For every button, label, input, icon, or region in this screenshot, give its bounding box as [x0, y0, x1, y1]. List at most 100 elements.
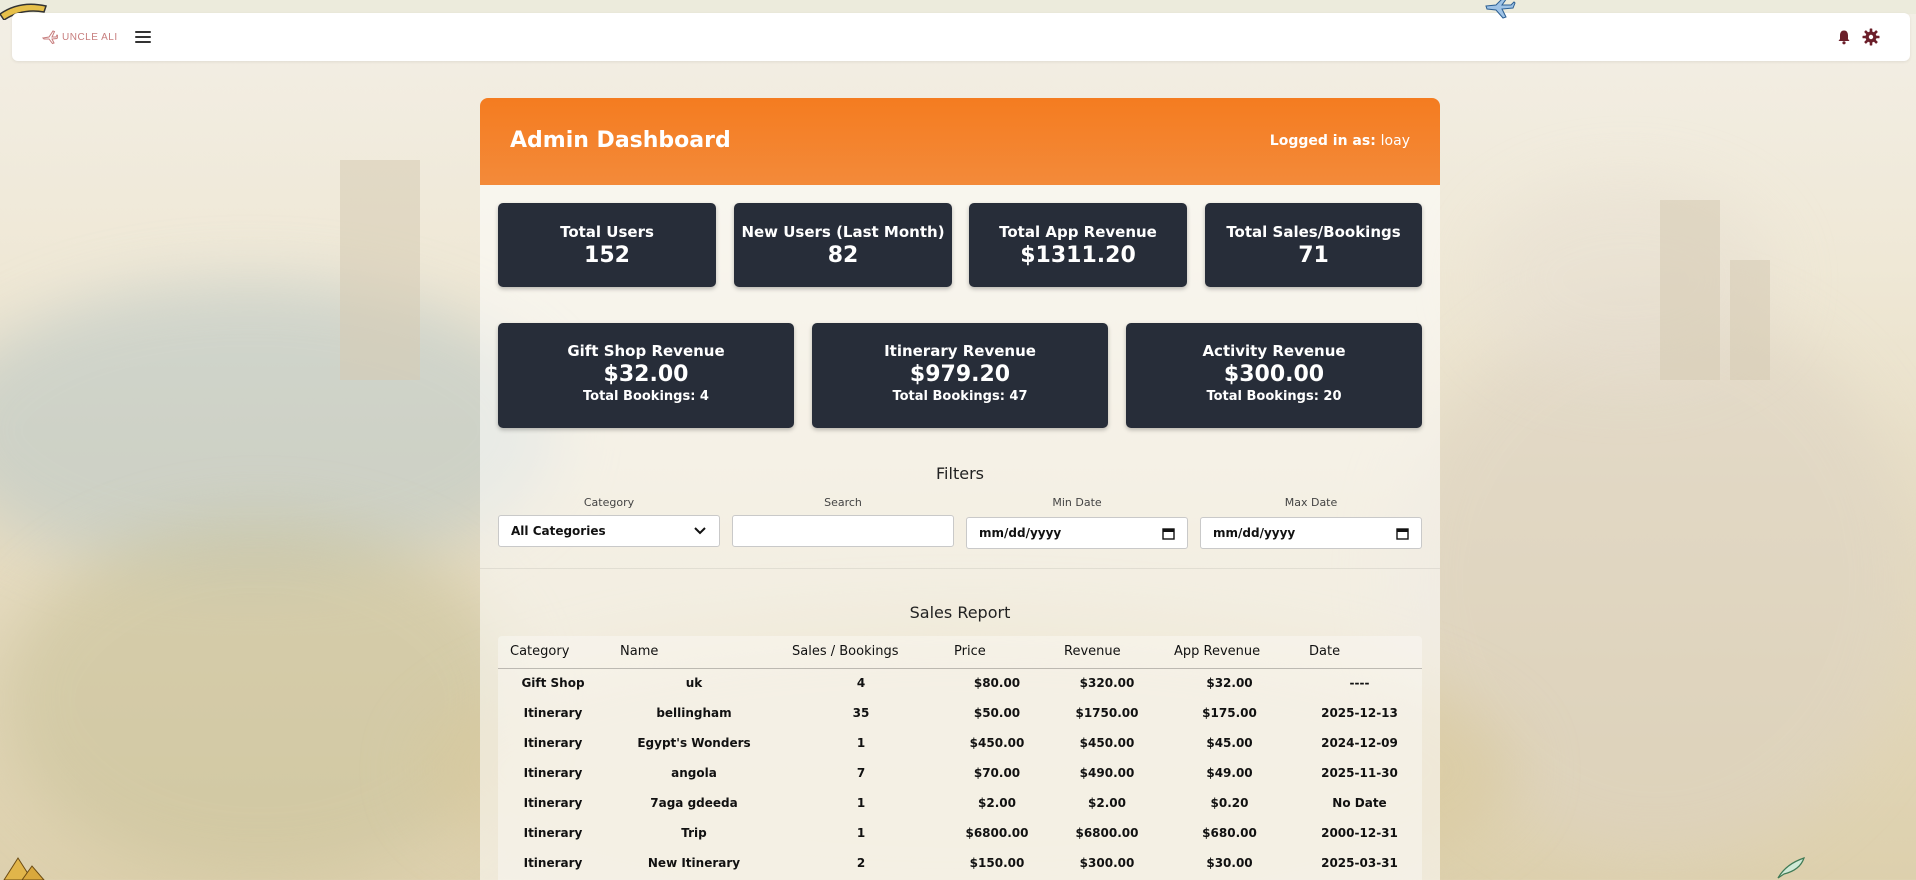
cell-name: angola — [671, 766, 717, 780]
column-header-app-revenue: App Revenue — [1162, 636, 1297, 669]
cell-category: Itinerary — [523, 766, 583, 780]
stat-label: Total App Revenue — [999, 223, 1157, 241]
revenue-card-gift-shop: Gift Shop Revenue $32.00 Total Bookings:… — [498, 323, 794, 428]
cell-revenue: $6800.00 — [1075, 826, 1139, 840]
search-filter-label: Search — [824, 496, 862, 509]
cell-app-revenue: $32.00 — [1206, 676, 1253, 691]
cell-sales: 1 — [856, 826, 866, 840]
page-title: Admin Dashboard — [510, 128, 731, 153]
revenue-label: Gift Shop Revenue — [567, 342, 725, 360]
pyramid-decoration-icon — [3, 857, 45, 880]
cell-revenue: $300.00 — [1079, 856, 1135, 870]
table-row: Itinerary bellingham 35 $50.00 $1750.00 … — [498, 698, 1422, 728]
max-date-placeholder: mm/dd/yyyy — [1213, 526, 1296, 540]
cell-date: ---- — [1349, 676, 1370, 691]
table-row: Itinerary New Itinerary 2 $150.00 $300.0… — [498, 848, 1422, 878]
cell-app-revenue: $175.00 — [1202, 706, 1257, 720]
cell-price: $450.00 — [969, 736, 1025, 750]
revenue-value: $300.00 — [1223, 362, 1325, 387]
hamburger-menu-icon[interactable] — [135, 31, 151, 43]
cell-category: Itinerary — [523, 796, 583, 810]
cell-sales: 35 — [852, 706, 870, 720]
cell-sales: 1 — [856, 796, 866, 810]
cell-category: Itinerary — [523, 706, 583, 720]
calendar-icon[interactable] — [1396, 527, 1409, 540]
cell-date: 2025-11-30 — [1321, 766, 1398, 780]
dashboard-header: Admin Dashboard Logged in as: loay — [480, 98, 1440, 185]
stat-value: 152 — [584, 243, 630, 268]
sales-report-table: Category Name Sales / Bookings Price Rev… — [498, 636, 1422, 878]
column-header-sales: Sales / Bookings — [780, 636, 942, 669]
cell-revenue: $320.00 — [1079, 676, 1135, 691]
cell-app-revenue: $49.00 — [1206, 766, 1253, 780]
stat-label: Total Sales/Bookings — [1226, 223, 1401, 241]
cell-date: 2025-03-31 — [1321, 856, 1398, 870]
stat-value: $1311.20 — [1020, 243, 1136, 268]
cell-name: bellingham — [656, 706, 732, 720]
chevron-down-icon — [694, 527, 706, 535]
cell-revenue: $2.00 — [1088, 796, 1126, 810]
plane-logo-icon — [42, 30, 58, 45]
bell-icon[interactable] — [1836, 29, 1852, 45]
airplane-decoration-icon — [1485, 0, 1516, 19]
stat-value: 71 — [1298, 243, 1329, 268]
column-header-date: Date — [1297, 636, 1422, 669]
max-date-label: Max Date — [1284, 496, 1338, 509]
cell-app-revenue: $30.00 — [1206, 856, 1253, 870]
revenue-card-activity: Activity Revenue $300.00 Total Bookings:… — [1126, 323, 1422, 428]
min-date-input[interactable]: mm/dd/yyyy — [966, 517, 1188, 549]
cell-name: Egypt's Wonders — [637, 736, 751, 750]
top-navbar: UNCLE ALI — [12, 13, 1910, 61]
browser-top-strip — [0, 0, 1916, 14]
table-row: Gift Shop uk 4 $80.00 $320.00 $32.00 ---… — [498, 668, 1422, 698]
sales-report-title: Sales Report — [909, 603, 1011, 622]
sales-report-table-container: Category Name Sales / Bookings Price Rev… — [498, 636, 1422, 880]
cell-price: $6800.00 — [965, 826, 1029, 840]
cell-category: Itinerary — [523, 736, 583, 750]
admin-dashboard-panel: Admin Dashboard Logged in as: loay Total… — [480, 98, 1440, 880]
cell-name: uk — [685, 676, 703, 691]
cell-sales: 2 — [856, 856, 866, 870]
gear-icon[interactable] — [1862, 28, 1880, 46]
revenue-value: $979.20 — [909, 362, 1011, 387]
cell-date: 2024-12-09 — [1321, 736, 1398, 750]
category-select-value: All Categories — [511, 524, 606, 538]
table-row: Itinerary Trip 1 $6800.00 $6800.00 $680.… — [498, 818, 1422, 848]
logged-in-label: Logged in as: — [1269, 133, 1376, 149]
cell-name: Trip — [681, 826, 707, 840]
cell-price: $50.00 — [973, 706, 1021, 720]
stat-value: 82 — [827, 243, 859, 268]
column-header-category: Category — [498, 636, 608, 669]
cell-sales: 1 — [856, 736, 866, 750]
app-logo[interactable]: UNCLE ALI — [42, 29, 118, 45]
cell-sales: 4 — [856, 676, 866, 691]
calendar-icon[interactable] — [1162, 527, 1175, 540]
cell-app-revenue: $680.00 — [1202, 826, 1257, 840]
column-header-name: Name — [608, 636, 780, 669]
stat-card-new-users: New Users (Last Month) 82 — [734, 203, 952, 287]
search-input[interactable] — [732, 515, 954, 547]
cell-category: Gift Shop — [521, 676, 585, 691]
column-header-price: Price — [942, 636, 1052, 669]
cell-name: 7aga gdeeda — [650, 796, 738, 810]
revenue-value: $32.00 — [603, 362, 689, 387]
cell-date: 2000-12-31 — [1321, 826, 1398, 840]
revenue-bookings: Total Bookings: 20 — [1206, 389, 1342, 404]
cell-date: No Date — [1332, 796, 1387, 810]
stat-label: Total Users — [560, 223, 654, 241]
table-row: Itinerary Egypt's Wonders 1 $450.00 $450… — [498, 728, 1422, 758]
logged-in-indicator: Logged in as: loay — [1270, 133, 1410, 149]
section-divider — [480, 568, 1440, 569]
min-date-placeholder: mm/dd/yyyy — [979, 526, 1062, 540]
table-row: Itinerary angola 7 $70.00 $490.00 $49.00… — [498, 758, 1422, 788]
category-select[interactable]: All Categories — [498, 515, 720, 547]
max-date-input[interactable]: mm/dd/yyyy — [1200, 517, 1422, 549]
revenue-bookings: Total Bookings: 4 — [583, 389, 709, 404]
cell-app-revenue: $45.00 — [1206, 736, 1253, 750]
cell-price: $70.00 — [973, 766, 1021, 780]
feather-decoration-icon — [1777, 857, 1805, 879]
column-header-revenue: Revenue — [1052, 636, 1162, 669]
revenue-label: Activity Revenue — [1202, 342, 1346, 360]
cell-price: $150.00 — [969, 856, 1025, 870]
revenue-bookings: Total Bookings: 47 — [892, 389, 1028, 404]
